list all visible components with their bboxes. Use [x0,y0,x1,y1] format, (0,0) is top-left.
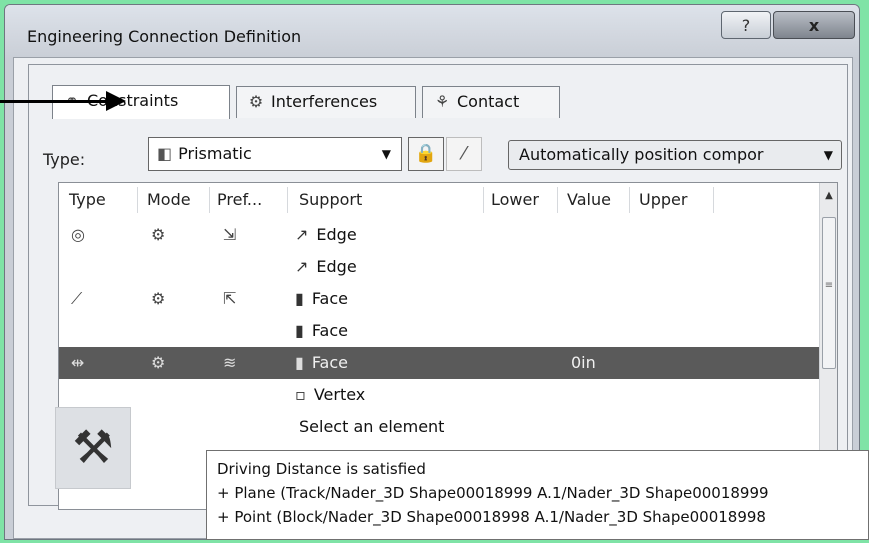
auto-position-value: Automatically position compor [519,145,764,164]
type-label: Type: [43,150,86,169]
tooltip-line-2: + Plane (Track/Nader_3D Shape00018999 A.… [217,484,769,502]
select-element-text: Select an element [299,417,445,436]
column-header-lower[interactable]: Lower [491,183,539,217]
pref-icon: ≋ [223,353,237,372]
annotation-arrow-line [0,100,110,103]
vertex-icon: ▫ [295,385,306,404]
table-row-selected[interactable]: ⇹ ⚙ ≋ ▮ Face 0in [59,347,819,379]
support-cell: Face [311,321,348,340]
table-row[interactable]: ▮ Face [59,315,819,347]
edge-icon: ↗ [295,257,309,276]
close-button[interactable]: x [773,11,855,39]
type-combobox[interactable]: ◧ Prismatic ▼ [148,137,402,171]
support-cell: Vertex [313,385,366,404]
contact-icon: ⚘ [434,92,450,111]
title-bar[interactable]: Engineering Connection Definition ? x [5,5,859,59]
value-cell: 0in [571,353,596,372]
coincidence-constraint-icon: ⟋ [71,289,83,308]
header-separator [287,187,288,213]
engineering-tool-icon: ⚒ [55,407,131,489]
tooltip-line-1: Driving Distance is satisfied [217,460,426,478]
column-header-pref[interactable]: Pref... [217,183,262,217]
lock-icon: 🔒 [414,143,438,164]
column-header-upper[interactable]: Upper [639,183,687,217]
header-separator [713,187,714,213]
column-header-type[interactable]: Type [69,183,106,217]
auto-position-combobox[interactable]: Automatically position compor ▼ [508,140,842,170]
distance-constraint-icon: ⇹ [71,353,85,372]
magic-wand-icon: ⁄ [462,143,466,164]
header-separator [209,187,210,213]
face-icon: ▮ [295,289,304,308]
pref-icon: ⇱ [223,289,237,308]
pref-icon: ⇲ [223,225,237,244]
tooltip-line-3: + Point (Block/Nader_3D Shape00018998 A.… [217,508,766,526]
scroll-grip-icon: ≡ [824,280,834,291]
chevron-down-icon: ▼ [381,147,391,161]
mode-icon: ⚙ [151,353,166,372]
interferences-icon: ⚙ [248,92,264,111]
support-cell: Face [311,289,348,308]
tab-contact[interactable]: ⚘ Contact [422,86,560,118]
tab-interferences[interactable]: ⚙ Interferences [236,86,416,118]
table-row[interactable]: ▫ Vertex [59,379,819,411]
scroll-up-arrow-icon[interactable]: ▲ [820,185,837,207]
lock-button[interactable]: 🔒 [408,137,444,171]
support-cell: Face [311,353,348,372]
header-separator [483,187,484,213]
prismatic-icon: ◧ [157,144,173,163]
chevron-down-icon: ▼ [819,141,833,169]
edge-icon: ↗ [295,225,309,244]
support-cell: Edge [316,257,357,276]
tooltip: Driving Distance is satisfied + Plane (T… [206,450,869,540]
type-combobox-value: Prismatic [178,144,252,163]
tab-contact-label: Contact [457,92,520,111]
select-element-row[interactable]: Select an element [59,411,819,443]
table-row[interactable]: ↗ Edge [59,251,819,283]
column-header-value[interactable]: Value [567,183,611,217]
angle-constraint-icon: ◎ [71,225,85,244]
column-header-mode[interactable]: Mode [147,183,191,217]
mode-icon: ⚙ [151,225,166,244]
column-header-support[interactable]: Support [299,183,362,217]
help-button[interactable]: ? [721,11,771,39]
support-cell: Edge [316,225,357,244]
face-icon: ▮ [295,353,304,372]
annotation-arrow-head [106,91,126,111]
dialog-title: Engineering Connection Definition [27,27,302,46]
face-icon: ▮ [295,321,304,340]
tab-interferences-label: Interferences [271,92,378,111]
table-row[interactable]: ⟋ ⚙ ⇱ ▮ Face [59,283,819,315]
header-separator [629,187,630,213]
header-separator [137,187,138,213]
magic-wand-button[interactable]: ⁄ [446,137,482,171]
table-row[interactable]: ◎ ⚙ ⇲ ↗ Edge [59,219,819,251]
mode-icon: ⚙ [151,289,166,308]
header-separator [557,187,558,213]
scroll-thumb[interactable]: ≡ [822,217,836,369]
